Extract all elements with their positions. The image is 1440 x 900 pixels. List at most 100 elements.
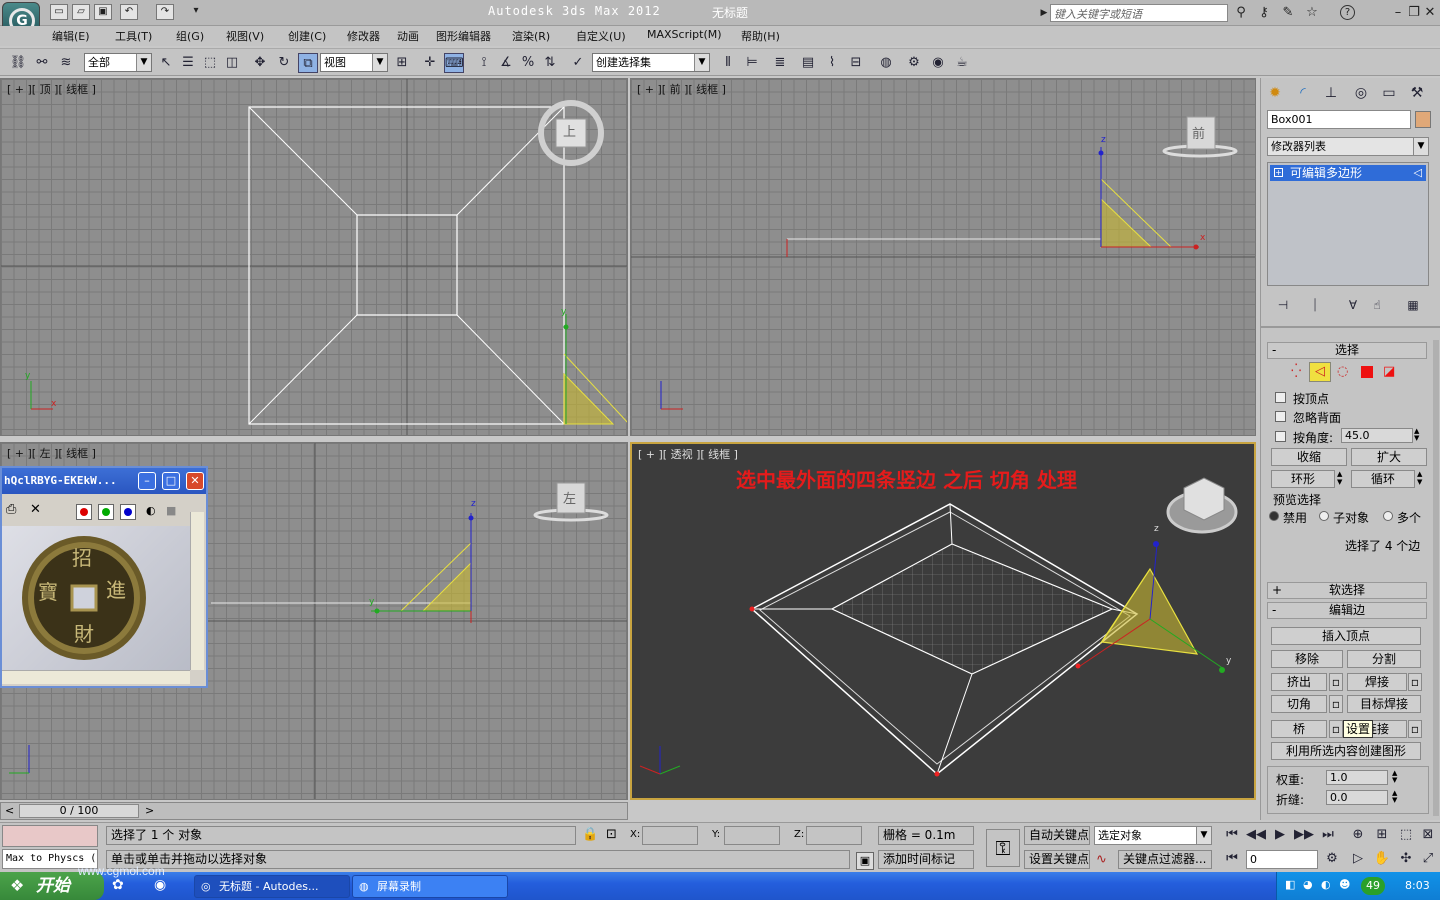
pin-stack-icon[interactable]: ⊣ [1271,294,1295,316]
menu-help[interactable]: 帮助(H) [741,28,780,44]
rendered-frame-icon[interactable]: ◉ [928,53,948,73]
current-frame-input[interactable]: 0 [1246,850,1318,869]
red-channel-button[interactable] [76,504,92,520]
goto-end-icon[interactable]: ⏭ [1318,825,1338,845]
loop-button[interactable]: 循环 [1351,470,1415,488]
task-screen-recorder[interactable]: ◍ 屏幕录制 [352,875,508,898]
pan-view-icon[interactable]: ✋ [1372,849,1392,869]
tray-shield-icon[interactable]: ◐ [1321,878,1331,891]
auto-key-button[interactable]: 自动关键点 [1024,826,1090,845]
remove-modifier-icon[interactable]: ☝ [1365,294,1389,316]
preview-disabled-radio[interactable] [1269,511,1279,521]
key-mode-toggle-icon[interactable]: ⏮ [1222,849,1242,869]
hierarchy-tab-icon[interactable]: ⊥ [1319,82,1343,104]
angle-spinner-icon[interactable]: ▲ ▼ [1414,428,1419,442]
remove-button[interactable]: 移除 [1271,650,1343,668]
horizontal-scrollbar[interactable] [2,670,190,684]
key-icon[interactable]: ⚷ [1256,5,1272,21]
edit-edges-rollout-header[interactable]: - 编辑边 [1267,602,1427,619]
menu-group[interactable]: 组(G) [176,28,204,44]
key-filters-button[interactable]: 关键点过滤器... [1118,850,1212,869]
green-channel-button[interactable] [98,504,114,520]
material-editor-icon[interactable]: ◍ [876,53,896,73]
utilities-tab-icon[interactable]: ⚒ [1405,82,1429,104]
named-selection-set-dropdown[interactable]: 创建选择集 ▼ [592,53,710,72]
chamfer-button[interactable]: 切角 [1271,695,1327,713]
weight-spinner-icon[interactable]: ▲ ▼ [1392,770,1397,784]
crease-input[interactable]: 0.0 [1326,790,1388,805]
print-icon[interactable]: ⎙ [6,502,16,517]
menu-animation[interactable]: 动画 [397,28,419,44]
extrude-button[interactable]: 挤出 [1271,673,1327,691]
binoculars-icon[interactable]: ⚲ [1233,5,1249,21]
link-icon[interactable]: ⛓ [8,53,28,73]
blue-channel-button[interactable] [120,504,136,520]
menu-customize[interactable]: 自定义(U) [576,28,626,44]
ring-button[interactable]: 环形 [1271,470,1335,488]
preview-multi-radio[interactable] [1383,511,1393,521]
alpha-channel-icon[interactable]: ◐ [146,504,156,517]
tray-messenger-icon[interactable]: ☻ [1339,878,1350,891]
align-icon[interactable]: ⊨ [742,53,762,73]
time-next-button[interactable]: > [145,804,154,817]
set-key-icon[interactable]: ⚿ [986,829,1020,867]
bridge-button[interactable]: 桥 [1271,720,1327,738]
tray-badge[interactable]: 49 [1361,877,1385,895]
vertex-mode-icon[interactable]: ⁛ [1291,364,1301,379]
layer-manager-icon[interactable]: ≣ [770,53,790,73]
border-mode-icon[interactable]: ◌ [1337,364,1348,379]
help-icon[interactable]: ? [1340,5,1355,20]
configure-sets-icon[interactable]: ▦ [1401,294,1425,316]
viewcube-left-face[interactable]: 左 [563,488,576,507]
time-tag-icon[interactable]: ▣ [856,852,874,870]
by-angle-checkbox[interactable] [1275,431,1286,442]
orbit-icon[interactable]: ✣ [1396,849,1416,869]
weld-button[interactable]: 焊接 [1347,673,1407,691]
menu-maxscript[interactable]: MAXScript(M) [647,28,722,41]
make-unique-icon[interactable]: ∀ [1341,294,1365,316]
x-coord-input[interactable] [642,826,698,845]
time-slider[interactable]: < 0 / 100 > [0,802,628,820]
object-color-swatch[interactable] [1415,111,1431,128]
close-icon[interactable]: ✕ [1422,5,1438,21]
quicklaunch-browser-icon[interactable]: ◉ [154,877,166,893]
menu-create[interactable]: 创建(C) [288,28,326,44]
time-prev-button[interactable]: < [5,804,14,817]
bridge-settings-icon[interactable]: ▫ [1329,720,1343,738]
tray-app-icon[interactable]: ◕ [1303,878,1313,891]
curve-editor-icon[interactable]: ⌇ [822,53,842,73]
split-button[interactable]: 分割 [1347,650,1421,668]
polygon-mode-icon[interactable] [1361,366,1373,378]
vertical-scrollbar[interactable] [190,512,204,670]
reference-coord-dropdown[interactable]: 视图 ▼ [320,53,388,72]
quicklaunch-app-icon[interactable]: ✿ [112,877,124,893]
y-coord-input[interactable] [724,826,780,845]
motion-tab-icon[interactable]: ◎ [1349,82,1373,104]
move-icon[interactable]: ✥ [250,53,270,73]
modifier-list-dropdown[interactable]: 修改器列表 ▼ [1267,137,1429,156]
time-slider-thumb[interactable]: 0 / 100 [19,804,139,818]
key-mode-curve-icon[interactable]: ∿ [1096,852,1107,867]
minimize-icon[interactable]: – [138,472,156,490]
expand-icon[interactable]: + [1274,168,1283,177]
open-file-icon[interactable]: ▱ [72,4,90,20]
selection-filter-dropdown[interactable]: 全部 ▼ [84,53,152,72]
insert-vertex-button[interactable]: 插入顶点 [1271,627,1421,645]
schematic-view-icon[interactable]: ⊟ [846,53,866,73]
add-time-tag-button[interactable]: 添加时间标记 [878,850,974,869]
search-input[interactable]: 键入关键字或短语 [1050,4,1228,22]
ignore-backface-checkbox[interactable] [1275,411,1286,422]
connect-settings-icon[interactable]: ▫ [1408,720,1422,738]
viewport-top[interactable]: [ + ][ 顶 ][ 线框 ] 上 y x y [0,78,628,436]
crease-spinner-icon[interactable]: ▲ ▼ [1392,790,1397,804]
close-icon[interactable]: ✕ [186,472,204,490]
clear-icon[interactable]: ✕ [30,502,41,517]
create-shape-button[interactable]: 利用所选内容创建图形 [1271,742,1421,760]
target-weld-button[interactable]: 目标焊接 [1347,695,1421,713]
maximize-viewport-icon[interactable]: ⤢ [1418,849,1438,869]
snap-toggle-icon[interactable]: ⟟ [474,53,494,73]
menu-edit[interactable]: 编辑(E) [52,28,90,44]
shrink-button[interactable]: 收缩 [1271,448,1347,466]
menu-graph-editors[interactable]: 图形编辑器 [436,28,491,44]
restore-icon[interactable]: ❐ [1406,5,1422,21]
